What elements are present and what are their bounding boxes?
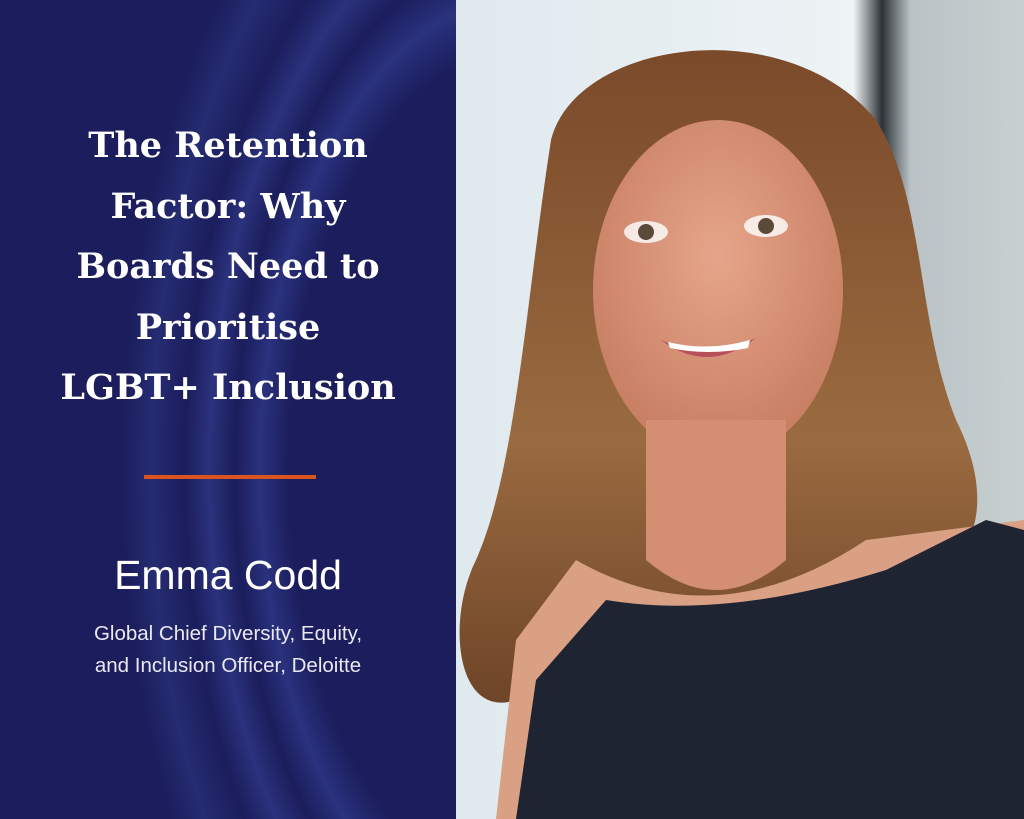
- face: [593, 120, 843, 460]
- headline-line: Boards Need to: [76, 246, 380, 287]
- speaker-role: Global Chief Diversity, Equity, and Incl…: [0, 618, 456, 682]
- headline-line: The Retention: [88, 125, 368, 166]
- speaker-photo: [456, 0, 1024, 819]
- headline-line: Factor: Why: [110, 185, 346, 227]
- speaker-role-line: and Inclusion Officer, Deloitte: [94, 654, 362, 677]
- headline-line: Prioritise: [135, 306, 321, 348]
- headline: The Retention Factor: Why Boards Need to…: [0, 116, 456, 419]
- title-panel: The Retention Factor: Why Boards Need to…: [0, 0, 456, 819]
- speaker-name: Emma Codd: [114, 552, 342, 598]
- headline-line: LGBT+ Inclusion: [60, 367, 396, 408]
- speaker-role-line: Global Chief Diversity, Equity,: [93, 622, 363, 645]
- accent-divider: [144, 475, 316, 479]
